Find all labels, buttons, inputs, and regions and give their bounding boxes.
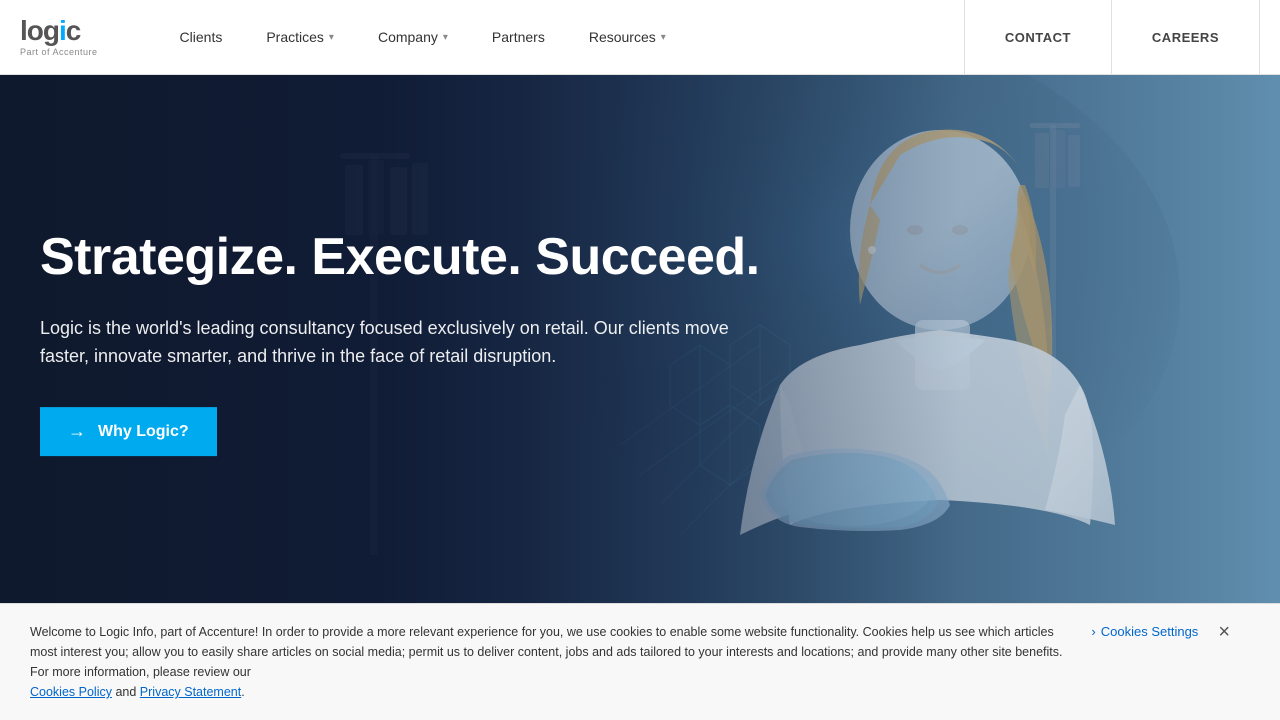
logo-text: logic bbox=[20, 17, 98, 45]
header: logic Part of Accenture Clients Practice… bbox=[0, 0, 1280, 75]
nav-item-company[interactable]: Company ▾ bbox=[356, 0, 470, 75]
chevron-right-icon: › bbox=[1091, 624, 1095, 639]
chevron-down-icon: ▾ bbox=[443, 32, 448, 43]
header-right: CONTACT CAREERS bbox=[964, 0, 1260, 75]
cookie-settings-label: Cookies Settings bbox=[1101, 624, 1199, 639]
privacy-statement-link[interactable]: Privacy Statement bbox=[140, 685, 241, 699]
chevron-down-icon: ▾ bbox=[329, 32, 334, 43]
hero-content: Strategize. Execute. Succeed. Logic is t… bbox=[40, 229, 760, 457]
logo[interactable]: logic Part of Accenture bbox=[20, 17, 98, 57]
careers-button[interactable]: CAREERS bbox=[1112, 0, 1260, 75]
nav-item-partners[interactable]: Partners bbox=[470, 0, 567, 75]
cookie-close-button[interactable]: × bbox=[1218, 622, 1230, 642]
cookie-settings-button[interactable]: › Cookies Settings bbox=[1091, 624, 1198, 639]
hero-section: Strategize. Execute. Succeed. Logic is t… bbox=[0, 75, 1280, 610]
why-logic-label: Why Logic? bbox=[98, 423, 189, 441]
nav-item-resources[interactable]: Resources ▾ bbox=[567, 0, 688, 75]
nav-item-practices[interactable]: Practices ▾ bbox=[244, 0, 356, 75]
chevron-down-icon: ▾ bbox=[661, 32, 666, 43]
cookie-banner: Welcome to Logic Info, part of Accenture… bbox=[0, 603, 1280, 720]
cookie-text: Welcome to Logic Info, part of Accenture… bbox=[30, 622, 1071, 702]
cookie-text-main: Welcome to Logic Info, part of Accenture… bbox=[30, 625, 1062, 679]
hero-title: Strategize. Execute. Succeed. bbox=[40, 229, 760, 286]
arrow-icon: → bbox=[68, 421, 86, 442]
hero-description: Logic is the world's leading consultancy… bbox=[40, 314, 760, 372]
why-logic-button[interactable]: → Why Logic? bbox=[40, 407, 217, 456]
logo-subtitle: Part of Accenture bbox=[20, 47, 98, 57]
contact-button[interactable]: CONTACT bbox=[965, 0, 1112, 75]
nav-item-clients[interactable]: Clients bbox=[158, 0, 245, 75]
main-nav: Clients Practices ▾ Company ▾ Partners R… bbox=[158, 0, 964, 75]
cookies-policy-link[interactable]: Cookies Policy bbox=[30, 685, 112, 699]
